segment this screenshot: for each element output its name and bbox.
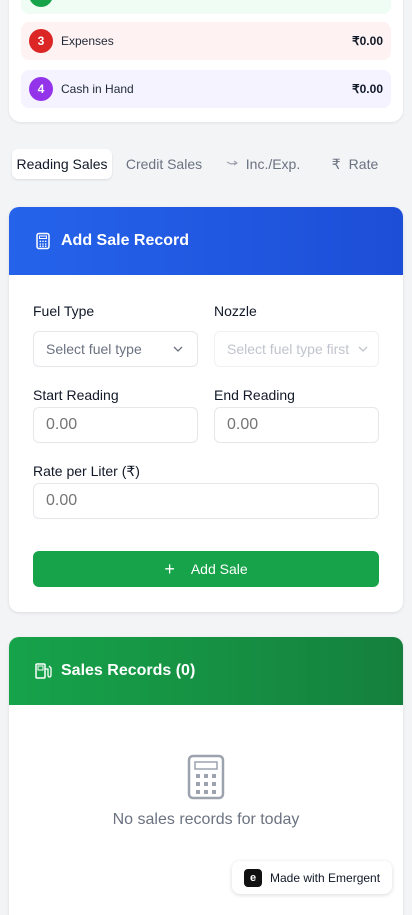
tab-credit-sales[interactable]: Credit Sales [112, 149, 216, 179]
tab-inc-exp[interactable]: Inc./Exp. [216, 149, 310, 179]
calculator-icon [33, 231, 53, 251]
rupee-icon: ₹ [331, 155, 341, 172]
fuel-pump-icon [33, 661, 53, 681]
trend-icon [226, 157, 238, 171]
nozzle-label: Nozzle [214, 303, 257, 319]
emergent-logo-icon: e [244, 868, 262, 887]
add-sale-button[interactable]: + Add Sale [33, 551, 379, 587]
fuel-type-label: Fuel Type [33, 303, 95, 319]
tab-rate[interactable]: ₹ Rate [310, 149, 400, 179]
tab-label: Rate [348, 156, 379, 172]
chevron-down-icon [358, 346, 368, 352]
rate-label: Rate per Liter (₹) [33, 463, 140, 479]
nozzle-placeholder: Select fuel type first [227, 341, 350, 357]
sales-records-header: Sales Records (0) [9, 637, 403, 705]
summary-number-badge: 3 [29, 29, 53, 53]
end-reading-label: End Reading [214, 387, 295, 403]
summary-label: Expenses [61, 34, 114, 48]
empty-state-text: No sales records for today [112, 811, 300, 828]
chevron-down-icon [173, 346, 183, 352]
tab-label: Credit Sales [125, 156, 203, 172]
calculator-icon [187, 754, 225, 800]
made-with-emergent-badge[interactable]: e Made with Emergent [232, 861, 392, 894]
tab-label: Inc./Exp. [245, 156, 301, 172]
start-reading-input[interactable] [33, 407, 198, 443]
tab-reading-sales[interactable]: Reading Sales [12, 149, 112, 179]
summary-row-income [21, 0, 391, 14]
start-reading-label: Start Reading [33, 387, 119, 403]
tab-bar: Reading Sales Credit Sales Inc./Exp. ₹ R… [9, 146, 403, 182]
nozzle-select[interactable]: Select fuel type first [214, 331, 379, 367]
plus-icon: + [164, 559, 175, 579]
badge-label: Made with Emergent [270, 870, 381, 885]
fuel-type-placeholder: Select fuel type [46, 341, 142, 357]
add-sale-card: Add Sale Record Fuel Type Select fuel ty… [9, 207, 403, 612]
summary-value: ₹0.00 [352, 34, 383, 48]
end-reading-input[interactable] [214, 407, 379, 443]
summary-number-badge: 4 [29, 77, 53, 101]
summary-row-cash: 4 Cash in Hand ₹0.00 [21, 70, 391, 108]
add-sale-title: Add Sale Record [61, 232, 190, 249]
rate-input[interactable] [33, 483, 379, 519]
add-sale-button-label: Add Sale [190, 561, 248, 577]
summary-card: 3 Expenses ₹0.00 4 Cash in Hand ₹0.00 [9, 0, 403, 122]
summary-value: ₹0.00 [352, 82, 383, 96]
sales-records-title: Sales Records (0) [61, 662, 196, 679]
summary-label: Cash in Hand [61, 82, 134, 96]
tab-label: Reading Sales [16, 156, 108, 172]
summary-row-expenses: 3 Expenses ₹0.00 [21, 22, 391, 60]
add-sale-header: Add Sale Record [9, 207, 403, 275]
fuel-type-select[interactable]: Select fuel type [33, 331, 198, 367]
summary-number-badge [29, 0, 53, 7]
